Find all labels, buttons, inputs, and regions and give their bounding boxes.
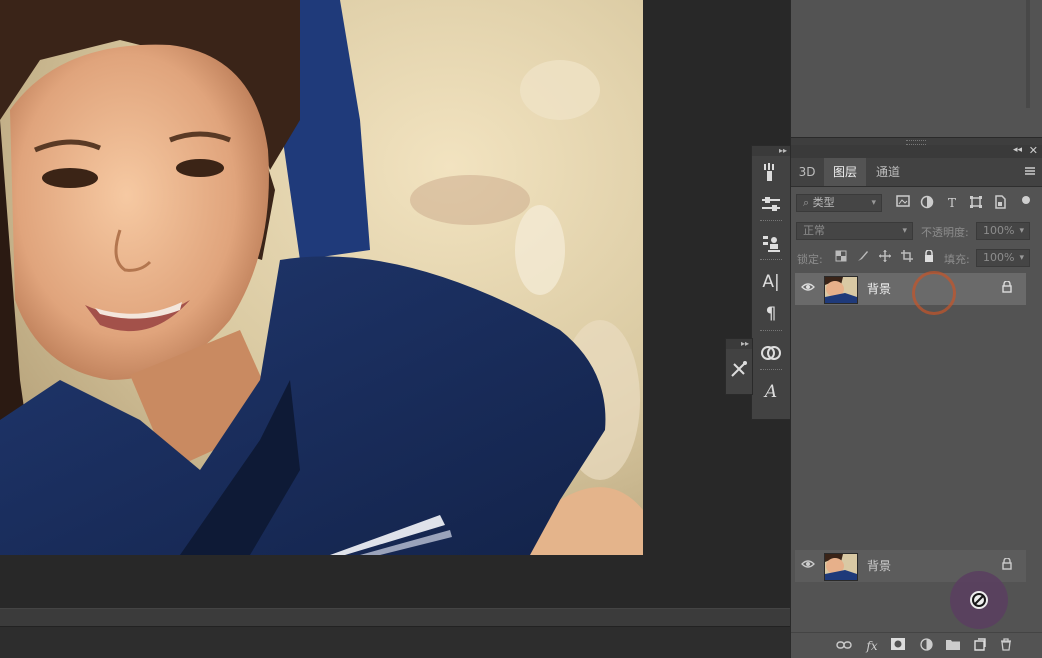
glyphs-panel-icon[interactable]: A bbox=[752, 376, 790, 408]
visibility-eye-icon[interactable] bbox=[801, 558, 815, 572]
tab-3d[interactable]: 3D bbox=[791, 158, 823, 186]
lock-icon bbox=[1002, 557, 1012, 573]
adjustment-icon[interactable] bbox=[918, 638, 934, 654]
layers-panel-footer: fx bbox=[791, 632, 1042, 658]
panel-icon-strip: ▸▸ A| ¶ A bbox=[751, 145, 791, 420]
visibility-eye-icon[interactable] bbox=[801, 281, 815, 295]
character-panel-icon[interactable]: A| bbox=[752, 266, 790, 298]
paragraph-panel-icon[interactable]: ¶ bbox=[752, 298, 790, 330]
chevron-down-icon: ▾ bbox=[902, 226, 907, 236]
blend-mode-value: 正常 bbox=[803, 224, 825, 237]
panel-menu-icon[interactable] bbox=[1024, 165, 1036, 177]
layer-thumbnail bbox=[824, 553, 858, 581]
type-filter-icon[interactable]: T bbox=[944, 195, 960, 211]
lock-transparent-pixels-icon[interactable] bbox=[833, 250, 849, 266]
lock-all-icon[interactable] bbox=[921, 249, 937, 266]
adjustments-icon[interactable] bbox=[752, 188, 790, 220]
lock-icon bbox=[1002, 280, 1012, 296]
new-layer-icon[interactable] bbox=[972, 638, 988, 654]
upper-panel bbox=[791, 0, 1042, 137]
brush-settings-icon[interactable] bbox=[752, 156, 790, 188]
collapse-small-strip-icon[interactable]: ▸▸ bbox=[726, 339, 752, 349]
layers-panel-tabs: 3D 图层 通道 bbox=[791, 158, 1042, 187]
layer-name: 背景 bbox=[867, 282, 892, 296]
tab-channels[interactable]: 通道 bbox=[867, 158, 909, 186]
opacity-value: 100% bbox=[983, 224, 1015, 237]
photo-illustration bbox=[0, 0, 643, 555]
fill-label: 填充: bbox=[944, 253, 970, 266]
opacity-label: 不透明度: bbox=[921, 226, 969, 239]
mask-icon[interactable] bbox=[890, 638, 906, 654]
collapse-strip-icon[interactable]: ▸▸ bbox=[752, 146, 790, 156]
smart-object-filter-icon[interactable] bbox=[992, 195, 1008, 211]
chevron-down-icon: ▾ bbox=[871, 198, 876, 208]
status-bar bbox=[0, 626, 790, 658]
drag-cursor-bubble bbox=[950, 571, 1008, 629]
horizontal-scrollbar[interactable] bbox=[0, 608, 790, 627]
lock-position-icon[interactable] bbox=[877, 250, 893, 266]
libraries-icon[interactable] bbox=[752, 337, 790, 369]
layer-thumbnail bbox=[824, 276, 858, 304]
floating-tool-strip: ▸▸ bbox=[725, 338, 753, 395]
pixel-filter-icon[interactable] bbox=[895, 195, 911, 211]
lock-image-pixels-icon[interactable] bbox=[855, 250, 871, 266]
clone-source-icon[interactable] bbox=[752, 227, 790, 259]
search-icon: ⌕ bbox=[803, 196, 813, 209]
layer-filter-select[interactable]: ⌕ 类型 ▾ bbox=[796, 194, 882, 212]
fx-icon[interactable]: fx bbox=[864, 638, 880, 654]
shape-filter-icon[interactable] bbox=[968, 195, 984, 211]
cursor-highlight bbox=[912, 271, 956, 315]
chevron-down-icon: ▾ bbox=[1019, 226, 1024, 236]
chevron-down-icon: ▾ bbox=[1019, 253, 1024, 263]
tool-presets-icon[interactable] bbox=[726, 349, 752, 389]
layer-filter-value: 类型 bbox=[812, 196, 835, 209]
opacity-input[interactable]: 100% ▾ bbox=[976, 222, 1030, 240]
fill-value: 100% bbox=[983, 251, 1015, 264]
layer-name: 背景 bbox=[867, 559, 892, 573]
not-allowed-icon bbox=[970, 591, 988, 609]
adjustment-filter-icon[interactable] bbox=[919, 195, 935, 211]
panel-title-bar[interactable]: ◂◂ ✕ bbox=[791, 144, 1042, 158]
link-icon[interactable] bbox=[836, 638, 852, 654]
layer-row[interactable]: 背景 bbox=[795, 273, 1026, 305]
blend-mode-select[interactable]: 正常 ▾ bbox=[796, 222, 913, 240]
folder-icon[interactable] bbox=[945, 638, 961, 654]
fill-input[interactable]: 100% ▾ bbox=[976, 249, 1030, 267]
collapse-panel-icon[interactable]: ◂◂ bbox=[1013, 145, 1022, 155]
canvas-image[interactable] bbox=[0, 0, 643, 555]
lock-label: 锁定: bbox=[797, 253, 823, 266]
upper-panel-scrollbar[interactable] bbox=[1026, 0, 1030, 108]
filter-toggle-icon[interactable] bbox=[1022, 196, 1030, 204]
tab-layers[interactable]: 图层 bbox=[824, 158, 866, 186]
trash-icon[interactable] bbox=[998, 638, 1014, 654]
close-panel-icon[interactable]: ✕ bbox=[1029, 144, 1038, 157]
lock-artboard-icon[interactable] bbox=[899, 250, 915, 266]
